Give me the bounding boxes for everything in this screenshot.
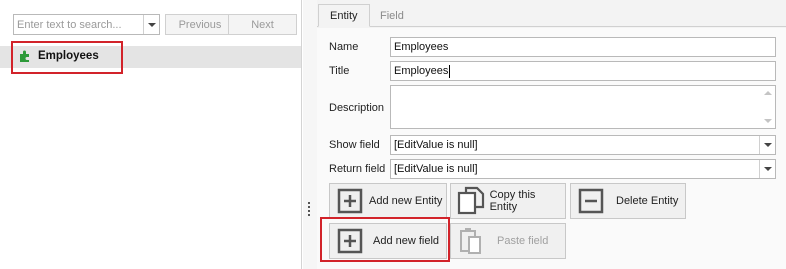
chevron-down-icon — [147, 22, 156, 27]
title-value: Employees — [394, 65, 449, 77]
add-entity-button[interactable]: Add new Entity — [329, 183, 447, 219]
show-field-label: Show field — [329, 139, 380, 151]
show-field-value: [EditValue is null] — [394, 139, 478, 151]
plus-icon — [334, 185, 366, 217]
delete-entity-label: Delete Entity — [616, 195, 679, 207]
search-combo[interactable] — [13, 14, 160, 35]
scroll-down-icon[interactable] — [764, 119, 772, 123]
tab-field[interactable]: Field — [369, 4, 415, 27]
chevron-down-icon — [763, 143, 772, 147]
paste-icon — [455, 225, 487, 257]
description-field[interactable] — [390, 85, 776, 129]
return-field-dropdown-button[interactable] — [759, 160, 775, 178]
search-toolbar: Previous Next — [13, 14, 297, 36]
copy-icon — [455, 185, 487, 217]
properties-panel: Entity Field Name Employees Title Employ… — [317, 0, 786, 269]
tree-panel: Previous Next Employees — [0, 0, 302, 269]
tab-entity[interactable]: Entity — [318, 4, 370, 27]
scroll-up-icon[interactable] — [764, 91, 772, 95]
chevron-down-icon — [763, 167, 772, 171]
splitter[interactable] — [303, 0, 317, 269]
description-scrollbar[interactable] — [760, 86, 775, 128]
add-entity-label: Add new Entity — [369, 195, 443, 207]
name-value: Employees — [394, 41, 449, 53]
return-field-label: Return field — [329, 163, 386, 175]
show-field-combo[interactable]: [EditValue is null] — [390, 135, 776, 155]
name-label: Name — [329, 41, 359, 53]
paste-field-label: Paste field — [497, 235, 549, 247]
title-label: Title — [329, 65, 350, 77]
minus-icon — [575, 185, 607, 217]
name-field[interactable]: Employees — [390, 37, 776, 57]
search-input[interactable] — [14, 15, 142, 34]
description-label: Description — [329, 102, 385, 114]
copy-entity-label: Copy this Entity — [489, 189, 536, 213]
splitter-grip-icon[interactable] — [308, 202, 311, 216]
return-field-value: [EditValue is null] — [394, 163, 478, 175]
copy-entity-button[interactable]: Copy this Entity — [450, 183, 566, 219]
delete-entity-button[interactable]: Delete Entity — [570, 183, 686, 219]
highlight-frame — [320, 217, 450, 262]
previous-button[interactable]: Previous — [165, 14, 235, 35]
text-caret — [449, 64, 451, 78]
search-dropdown-button[interactable] — [143, 15, 159, 34]
tab-strip: Entity Field — [317, 4, 786, 27]
next-button[interactable]: Next — [228, 14, 297, 35]
title-field[interactable]: Employees — [390, 61, 776, 81]
return-field-combo[interactable]: [EditValue is null] — [390, 159, 776, 179]
entity-form: Name Employees Title Employees Descripti… — [317, 28, 786, 269]
highlight-frame — [11, 41, 123, 74]
paste-field-button[interactable]: Paste field — [450, 223, 566, 259]
show-field-dropdown-button[interactable] — [759, 136, 775, 154]
